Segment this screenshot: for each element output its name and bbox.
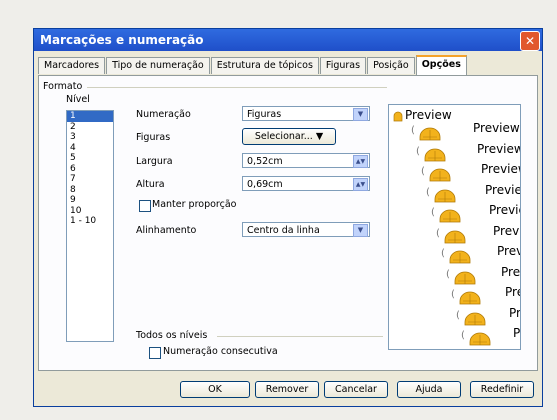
- alinhamento-value: Centro da linha: [247, 225, 320, 236]
- preview-bullet-icon: [424, 148, 446, 161]
- preview-bullet-icon: [419, 127, 441, 141]
- preview-paren: (: [441, 248, 445, 259]
- alinhamento-select[interactable]: Centro da linha ▼: [242, 222, 370, 237]
- chevron-down-icon[interactable]: ▼: [353, 108, 368, 121]
- level-label: Nível: [66, 94, 90, 105]
- consecutive-numbering-checkbox[interactable]: [149, 347, 161, 359]
- altura-field[interactable]: 0,69cm ▲▼: [242, 176, 370, 191]
- preview-title: Preview: [405, 108, 452, 122]
- keep-ratio-label: Manter proporção: [152, 199, 237, 210]
- preview-item-text: Preview: [493, 223, 520, 238]
- dialog-title: Marcações e numeração: [40, 33, 204, 47]
- preview-item-text: Preview: [497, 244, 520, 258]
- level-item[interactable]: 8: [67, 185, 113, 196]
- close-icon: ✕: [524, 34, 536, 48]
- ok-button[interactable]: OK: [180, 381, 250, 398]
- preview-paren: (: [451, 289, 455, 300]
- keep-ratio-checkbox[interactable]: [139, 200, 151, 212]
- preview-paren: (: [411, 125, 415, 136]
- screen: { "dialog": { "title": "Marcações e nume…: [0, 0, 557, 420]
- level-item[interactable]: 1: [67, 111, 113, 122]
- preview-pane: Preview ( Preview ( Preview ( Preview ( Preview…: [388, 104, 521, 350]
- format-divider: [87, 87, 387, 88]
- numeracao-label: Numeração: [136, 109, 191, 120]
- tab-tipo-de-numeracao[interactable]: Tipo de numeração: [106, 57, 210, 74]
- preview-paren: (: [436, 227, 440, 239]
- level-item[interactable]: 9: [67, 195, 113, 206]
- level-item[interactable]: 5: [67, 153, 113, 164]
- largura-field[interactable]: 0,52cm ▲▼: [242, 153, 370, 168]
- level-item[interactable]: 7: [67, 174, 113, 185]
- preview-item-text: Preview: [505, 285, 520, 299]
- figuras-label: Figuras: [136, 132, 171, 143]
- preview-bullet-icon: [464, 312, 486, 325]
- spin-arrows-icon[interactable]: ▲▼: [353, 155, 368, 168]
- reset-button[interactable]: Redefinir: [470, 381, 534, 398]
- preview-paren: (: [416, 145, 420, 157]
- preview-bullet-icon: [469, 332, 491, 346]
- numeracao-select[interactable]: Figuras ▼: [242, 106, 370, 121]
- all-levels-divider: [217, 336, 383, 337]
- level-item[interactable]: 2: [67, 122, 113, 133]
- preview-bullet-icon: [459, 291, 481, 305]
- level-item[interactable]: 6: [67, 164, 113, 175]
- tab-figuras[interactable]: Figuras: [319, 57, 367, 74]
- preview-item-text: Preview: [489, 203, 520, 217]
- title-bar: Marcações e numeração ✕: [34, 29, 542, 51]
- tab-posicao[interactable]: Posição: [367, 57, 415, 74]
- level-item[interactable]: 10: [67, 206, 113, 217]
- spin-arrows-icon[interactable]: ▲▼: [353, 178, 368, 191]
- remove-button[interactable]: Remover: [255, 381, 319, 398]
- select-figure-button[interactable]: Selecionar... ▼: [242, 128, 336, 145]
- preview-paren: (: [431, 207, 435, 218]
- tab-bar: Marcadores Tipo de numeração Estrutura d…: [38, 55, 468, 75]
- close-button[interactable]: ✕: [520, 31, 540, 51]
- preview-item-text: Preview: [485, 182, 520, 197]
- tab-opcoes[interactable]: Opções: [415, 55, 467, 75]
- numeracao-value: Figuras: [247, 109, 282, 120]
- format-group-label: Formato: [43, 81, 83, 92]
- level-item[interactable]: 1 - 10: [67, 216, 113, 227]
- preview-item-text: Preview: [513, 326, 521, 340]
- preview-item-text: Preview: [501, 264, 521, 279]
- all-levels-label: Todos os níveis: [136, 330, 208, 341]
- preview-bullet-icon: [454, 271, 476, 284]
- alinhamento-label: Alinhamento: [136, 225, 197, 236]
- preview-bullet-icon: [434, 189, 456, 202]
- altura-value: 0,69cm: [247, 179, 283, 190]
- largura-label: Largura: [136, 156, 173, 167]
- preview-item-text: Preview: [473, 121, 520, 135]
- consecutive-numbering-label: Numeração consecutiva: [163, 346, 278, 357]
- preview-bullet-icon: [393, 111, 403, 122]
- preview-item-text: Preview: [481, 162, 520, 176]
- largura-value: 0,52cm: [247, 156, 283, 167]
- altura-label: Altura: [136, 179, 165, 190]
- preview-item-text: Preview: [477, 141, 521, 156]
- preview-paren: (: [461, 330, 465, 341]
- preview-paren: (: [426, 186, 430, 198]
- preview-bullet-icon: [449, 250, 471, 264]
- cancel-button[interactable]: Cancelar: [324, 381, 388, 398]
- tab-marcadores[interactable]: Marcadores: [38, 57, 106, 74]
- level-list[interactable]: 1 2 3 4 5 6 7 8 9 10 1 - 10: [66, 110, 114, 342]
- help-button[interactable]: Ajuda: [397, 381, 461, 398]
- level-item[interactable]: 4: [67, 143, 113, 154]
- preview-bullet-icon: [444, 230, 466, 243]
- tab-estrutura-de-topicos[interactable]: Estrutura de tópicos: [210, 57, 319, 74]
- preview-item-text: Preview: [509, 305, 521, 320]
- options-panel: Formato Nível 1 2 3 4 5 6 7 8 9 10 1 - 10 Numeraçã…: [38, 75, 538, 371]
- preview-paren: (: [421, 166, 425, 177]
- preview-bullet-icon: [439, 209, 461, 223]
- chevron-down-icon[interactable]: ▼: [353, 224, 368, 237]
- preview-paren: (: [456, 309, 460, 321]
- dialog-window: Marcações e numeração ✕ Marcadores Tipo …: [33, 28, 543, 407]
- preview-paren: (: [446, 268, 450, 280]
- level-item[interactable]: 3: [67, 132, 113, 143]
- preview-bullet-icon: [429, 168, 451, 182]
